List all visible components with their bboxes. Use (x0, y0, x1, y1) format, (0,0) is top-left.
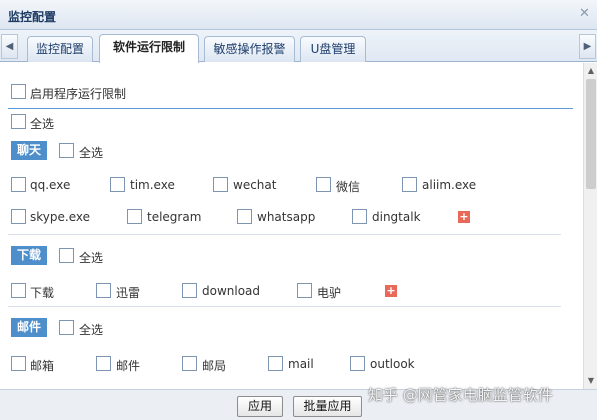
app-checkbox[interactable] (11, 177, 26, 192)
app-label: whatsapp (257, 210, 316, 224)
chat-select-all-checkbox[interactable] (59, 143, 74, 158)
restriction-panel: 启用程序运行限制 全选 聊天 全选 qq.exe tim.exe wechat … (0, 63, 583, 389)
app-checkbox[interactable] (110, 177, 125, 192)
app-label: wechat (233, 178, 277, 192)
app-label: 邮局 (202, 359, 227, 373)
app-label: 下载 (30, 286, 55, 300)
scroll-down-icon[interactable]: ▼ (585, 375, 597, 387)
app-checkbox[interactable] (11, 209, 26, 224)
watermark: 知乎 @网管家电脑监管软件 (368, 386, 553, 404)
app-checkbox[interactable] (350, 356, 365, 371)
divider (8, 108, 573, 109)
download-select-all-checkbox[interactable] (59, 248, 74, 263)
mail-select-all-label: 全选 (79, 323, 104, 337)
tab-software-restriction[interactable]: 软件运行限制 (99, 34, 199, 63)
app-label: dingtalk (372, 210, 421, 224)
tab-bar: ◀ 监控配置 软件运行限制 敏感操作报警 U盘管理 ▶ (0, 30, 597, 63)
divider (8, 306, 561, 307)
select-all-checkbox[interactable] (11, 114, 26, 129)
category-badge-chat: 聊天 (11, 141, 48, 160)
app-checkbox[interactable] (316, 177, 331, 192)
tab-scroll-left-icon[interactable]: ◀ (1, 34, 18, 59)
app-label: 迅雷 (116, 286, 141, 300)
tab-sensitive-alert[interactable]: 敏感操作报警 (204, 36, 295, 62)
app-checkbox[interactable] (402, 177, 417, 192)
divider (8, 234, 561, 235)
tab-monitor-config[interactable]: 监控配置 (27, 36, 93, 62)
enable-restriction-checkbox[interactable] (11, 84, 26, 99)
app-checkbox[interactable] (182, 356, 197, 371)
download-select-all-label: 全选 (79, 251, 104, 265)
app-checkbox[interactable] (11, 283, 26, 298)
app-checkbox[interactable] (297, 283, 312, 298)
app-label: tim.exe (130, 178, 175, 192)
app-checkbox[interactable] (96, 356, 111, 371)
app-checkbox[interactable] (127, 209, 142, 224)
app-label: aliim.exe (422, 178, 477, 192)
mail-select-all-checkbox[interactable] (59, 320, 74, 335)
app-label: mail (288, 357, 314, 371)
select-all-label: 全选 (30, 117, 55, 131)
app-checkbox[interactable] (96, 283, 111, 298)
close-icon[interactable]: ✕ (579, 6, 590, 21)
scroll-up-icon[interactable]: ▲ (585, 65, 597, 77)
title-bar: 监控配置 ✕ (0, 0, 597, 30)
vertical-scrollbar[interactable]: ▲ ▼ (583, 63, 597, 389)
chat-select-all-label: 全选 (79, 146, 104, 160)
tab-scroll-right-icon[interactable]: ▶ (579, 34, 596, 59)
app-checkbox[interactable] (268, 356, 283, 371)
app-checkbox[interactable] (352, 209, 367, 224)
app-checkbox[interactable] (11, 356, 26, 371)
app-label: 邮箱 (30, 359, 55, 373)
app-checkbox[interactable] (182, 283, 197, 298)
scroll-thumb[interactable] (586, 79, 596, 189)
app-label: skype.exe (30, 210, 90, 224)
add-app-chat-icon[interactable]: + (458, 211, 470, 223)
app-label: download (202, 284, 261, 298)
app-label: qq.exe (30, 178, 71, 192)
app-label: outlook (370, 357, 415, 371)
app-label: 电驴 (317, 286, 342, 300)
enable-restriction-label: 启用程序运行限制 (30, 87, 127, 101)
category-badge-mail: 邮件 (11, 318, 48, 337)
window-title: 监控配置 (8, 10, 57, 24)
app-label: 邮件 (116, 359, 141, 373)
apply-button[interactable]: 应用 (237, 396, 283, 417)
batch-apply-button[interactable]: 批量应用 (293, 396, 362, 417)
app-label: 微信 (336, 180, 361, 194)
app-checkbox[interactable] (237, 209, 252, 224)
add-app-download-icon[interactable]: + (385, 285, 397, 297)
category-badge-download: 下载 (11, 246, 48, 265)
app-label: telegram (147, 210, 202, 224)
app-checkbox[interactable] (213, 177, 228, 192)
tab-usb-management[interactable]: U盘管理 (300, 36, 366, 62)
